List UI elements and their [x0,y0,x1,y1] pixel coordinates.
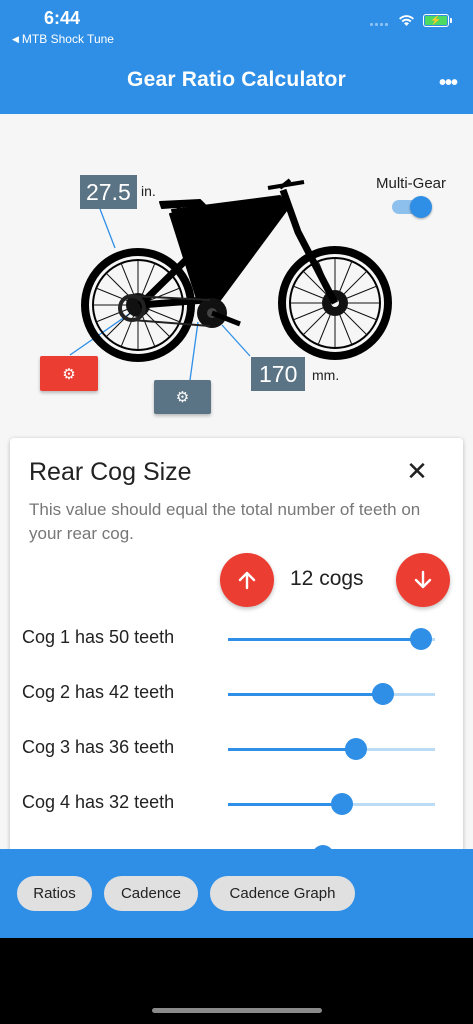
multi-gear-label: Multi-Gear [376,175,447,192]
bottom-action-bar: Ratios Cadence Cadence Graph [0,849,473,938]
home-indicator[interactable] [152,1008,322,1013]
ratios-chip[interactable]: Ratios [17,876,92,911]
arrow-down-icon [414,570,432,589]
sheet-title: Rear Cog Size [29,458,192,486]
cog-row: Cog 1 has 50 teeth [10,619,463,659]
cog-row: Cog 2 has 42 teeth [10,674,463,714]
slider-thumb[interactable] [330,793,353,815]
cog-teeth-slider[interactable] [228,683,435,705]
cog-row: Cog 4 has 32 teeth [10,784,463,824]
wheel-size-unit: in. [141,183,156,199]
multi-gear-toggle[interactable] [392,196,432,218]
cog-teeth-slider[interactable] [228,793,435,815]
bike-frame [137,178,339,309]
arrow-up-icon [238,571,256,590]
slider-thumb[interactable] [372,683,395,705]
sheet-description: This value should equal the total number… [29,500,421,543]
cog-teeth-slider[interactable] [228,628,435,650]
crank-length-value[interactable]: 170 [251,357,306,391]
close-button[interactable]: ✕ [402,456,432,486]
cog-label: Cog 3 has 36 teeth [22,737,175,757]
app-screen: 6:44 ◀ MTB Shock Tune ⚡ Gear Ratio Calcu… [0,0,473,938]
chainring-settings-button[interactable]: ⚙ [154,380,211,414]
decrease-cogs-button[interactable] [396,553,450,607]
cog-label: Cog 4 has 32 teeth [22,792,175,812]
close-icon: ✕ [406,456,428,486]
rear-cog-sheet: Rear Cog Size ✕ This value should equal … [10,438,463,858]
cadence-graph-chip[interactable]: Cadence Graph [210,876,355,911]
slider-thumb[interactable] [345,738,368,760]
cadence-chip[interactable]: Cadence [104,876,198,911]
increase-cogs-button[interactable] [220,553,274,607]
slider-thumb[interactable] [409,628,432,650]
cog-label: Cog 1 has 50 teeth [22,627,175,647]
crank-length-unit: mm. [312,367,340,383]
gear-icon: ⚙ [175,389,190,406]
cog-label: Cog 2 has 42 teeth [22,682,175,702]
cog-row: Cog 3 has 36 teeth [10,729,463,769]
rear-cog-settings-button[interactable]: ⚙ [40,356,98,391]
cog-count: 12 cogs [290,567,364,590]
wheel-size-value[interactable]: 27.5 [80,175,137,209]
gear-icon: ⚙ [62,365,76,383]
cog-teeth-slider[interactable] [228,738,435,760]
